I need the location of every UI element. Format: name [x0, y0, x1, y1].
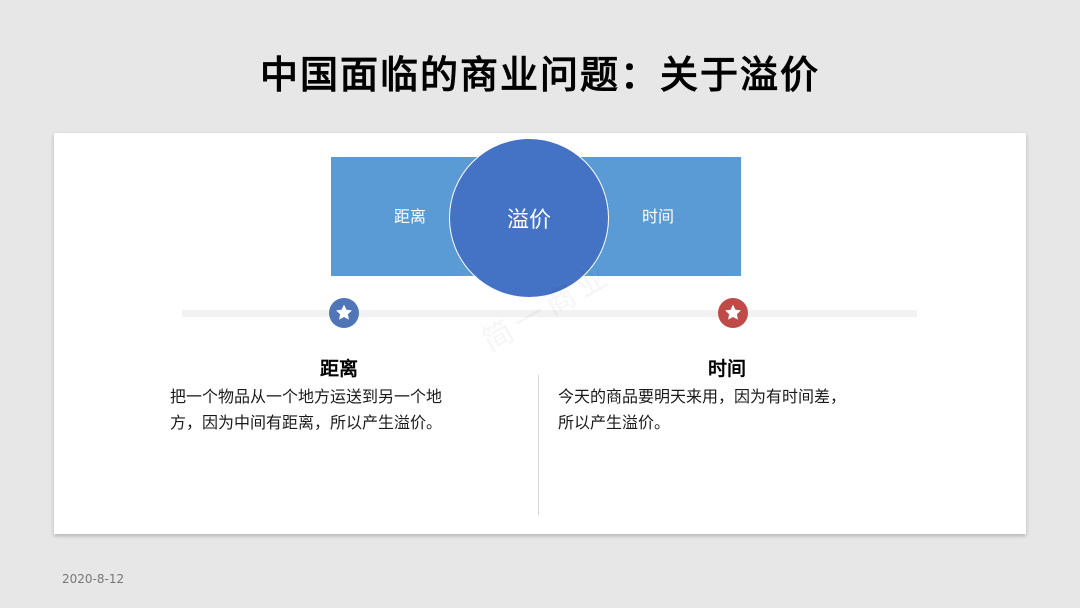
slide-title: 中国面临的商业问题：关于溢价	[259, 53, 820, 97]
time-text-line: 今天的商品要明天来用，因为有时间差，	[558, 387, 847, 406]
time-column-text: 今天的商品要明天来用，因为有时间差， 所以产生溢价。	[558, 384, 846, 436]
distance-text-line: 把一个物品从一个地方运送到另一个地	[170, 387, 443, 406]
content-card: 距离 时间 溢价 简一商业 距离 把一个物品从一个地方运送到另一个地 方，因为中…	[54, 133, 1026, 534]
time-bar-label: 时间	[642, 207, 675, 226]
distance-column-title: 距离	[320, 358, 359, 380]
time-star-icon	[718, 298, 748, 328]
distance-text-line: 方，因为中间有距离，所以产生溢价。	[170, 413, 443, 432]
distance-star-icon	[329, 298, 359, 328]
column-divider	[538, 375, 539, 515]
premium-circle-label: 溢价	[506, 208, 551, 233]
slide-date: 2020-8-12	[62, 572, 125, 586]
distance-column-text: 把一个物品从一个地方运送到另一个地 方，因为中间有距离，所以产生溢价。	[170, 384, 442, 436]
distance-bar-label: 距离	[394, 207, 427, 226]
time-text-line: 所以产生溢价。	[558, 413, 671, 432]
time-column-title: 时间	[708, 358, 747, 380]
